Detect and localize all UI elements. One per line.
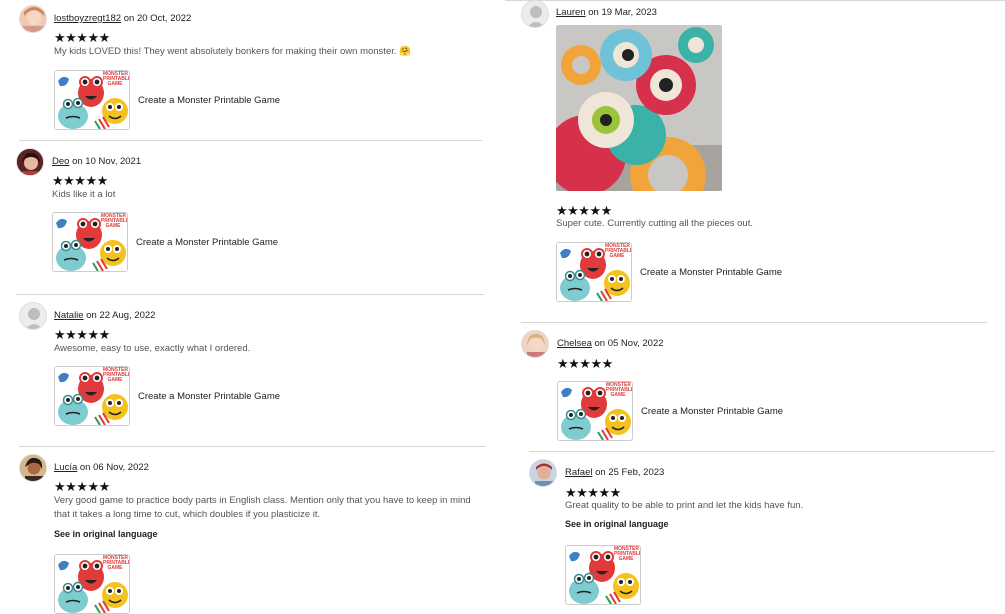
review-meta: Natalie on 22 Aug, 2022 [54, 310, 155, 321]
on-word: on [594, 338, 606, 349]
review-meta: Rafael on 25 Feb, 2023 [565, 467, 664, 478]
avatar[interactable] [19, 302, 47, 330]
review-date: 22 Aug, 2022 [99, 310, 156, 321]
review-text: Kids like it a lot [52, 189, 116, 200]
product-thumbnail[interactable]: MONSTER PRINTABLE GAME [54, 366, 130, 426]
divider [16, 294, 484, 295]
avatar[interactable] [19, 454, 47, 482]
product-title[interactable]: Create a Monster Printable Game [641, 406, 783, 417]
product-link[interactable]: MONSTER PRINTABLE GAME Create a Monster … [556, 242, 782, 302]
avatar[interactable] [19, 5, 47, 33]
thumbnail-caption: MONSTER PRINTABLE GAME [614, 546, 641, 562]
see-original-language-link[interactable]: See in original language [565, 519, 669, 529]
review-date: 10 Nov, 2021 [85, 156, 142, 167]
divider [19, 446, 486, 447]
on-word: on [123, 13, 135, 24]
thumbnail-caption: MONSTER PRINTABLE GAME [101, 213, 128, 229]
product-thumbnail[interactable]: MONSTER PRINTABLE GAME [557, 381, 633, 441]
divider [529, 451, 995, 452]
review-date: 19 Mar, 2023 [601, 7, 657, 18]
product-thumbnail[interactable]: MONSTER PRINTABLE GAME [565, 545, 641, 605]
avatar[interactable] [521, 0, 549, 28]
star-rating: ★★★★★ [54, 327, 110, 342]
thumbnail-caption: MONSTER PRINTABLE GAME [103, 555, 130, 571]
star-rating: ★★★★★ [54, 479, 110, 494]
on-word: on [79, 462, 91, 473]
product-title[interactable]: Create a Monster Printable Game [138, 95, 280, 106]
review-text: Awesome, easy to use, exactly what I ord… [54, 343, 251, 354]
reviewer-name[interactable]: Lauren [556, 7, 586, 18]
see-original-language-link[interactable]: See in original language [54, 529, 158, 539]
star-rating: ★★★★★ [556, 203, 612, 218]
review-text: Super cute. Currently cutting all the pi… [556, 218, 753, 229]
product-link[interactable]: MONSTER PRINTABLE GAME Create a Monster … [52, 212, 278, 272]
star-rating: ★★★★★ [54, 30, 110, 45]
review-date: 20 Oct, 2022 [136, 13, 192, 24]
on-word: on [86, 310, 97, 321]
review-date: 25 Feb, 2023 [608, 467, 665, 478]
review-date: 06 Nov, 2022 [93, 462, 149, 473]
avatar[interactable] [529, 459, 557, 487]
review-date: 05 Nov, 2022 [607, 338, 664, 349]
product-link[interactable]: MONSTER PRINTABLE GAME Create a Monster … [557, 381, 783, 441]
on-word: on [595, 467, 606, 478]
avatar[interactable] [521, 330, 549, 358]
review-meta: lostboyzregt182 on 20 Oct, 2022 [54, 13, 191, 24]
product-link[interactable]: MONSTER PRINTABLE GAME Create a Monster … [54, 70, 280, 130]
review-meta: Lucía on 06 Nov, 2022 [54, 462, 149, 473]
review-meta: Chelsea on 05 Nov, 2022 [557, 338, 664, 349]
reviewer-name[interactable]: Natalie [54, 310, 84, 321]
star-rating: ★★★★★ [52, 173, 108, 188]
avatar[interactable] [16, 148, 44, 176]
thumbnail-caption: MONSTER PRINTABLE GAME [605, 243, 632, 259]
review-text: Very good game to practice body parts in… [54, 495, 471, 520]
product-link[interactable]: MONSTER PRINTABLE GAME Create a Monster … [54, 366, 280, 426]
reviewer-name[interactable]: Lucía [54, 462, 77, 473]
product-link[interactable]: MONSTER PRINTABLE GAME [54, 554, 130, 614]
product-thumbnail[interactable]: MONSTER PRINTABLE GAME [556, 242, 632, 302]
review-photo[interactable] [556, 25, 722, 191]
on-word: on [72, 156, 83, 167]
product-thumbnail[interactable]: MONSTER PRINTABLE GAME [54, 70, 130, 130]
reviewer-name[interactable]: lostboyzregt182 [54, 13, 121, 24]
on-word: on [588, 7, 599, 18]
product-title[interactable]: Create a Monster Printable Game [138, 391, 280, 402]
product-thumbnail[interactable]: MONSTER PRINTABLE GAME [52, 212, 128, 272]
divider [19, 140, 482, 141]
thumbnail-caption: MONSTER PRINTABLE GAME [606, 382, 633, 398]
review-meta: Lauren on 19 Mar, 2023 [556, 7, 657, 18]
reviewer-name[interactable]: Deo [52, 156, 69, 167]
divider [505, 0, 1005, 1]
reviewer-name[interactable]: Rafael [565, 467, 592, 478]
divider [521, 322, 987, 323]
thumbnail-caption: MONSTER PRINTABLE GAME [103, 71, 130, 87]
product-title[interactable]: Create a Monster Printable Game [136, 237, 278, 248]
review-meta: Deo on 10 Nov, 2021 [52, 156, 141, 167]
review-text: Great quality to be able to print and le… [565, 500, 804, 511]
thumbnail-caption: MONSTER PRINTABLE GAME [103, 367, 130, 383]
product-link[interactable]: MONSTER PRINTABLE GAME [565, 545, 641, 605]
star-rating: ★★★★★ [565, 485, 621, 500]
review-text: My kids LOVED this! They went absolutely… [54, 46, 411, 57]
reviewer-name[interactable]: Chelsea [557, 338, 592, 349]
star-rating: ★★★★★ [557, 356, 613, 371]
product-thumbnail[interactable]: MONSTER PRINTABLE GAME [54, 554, 130, 614]
product-title[interactable]: Create a Monster Printable Game [640, 267, 782, 278]
